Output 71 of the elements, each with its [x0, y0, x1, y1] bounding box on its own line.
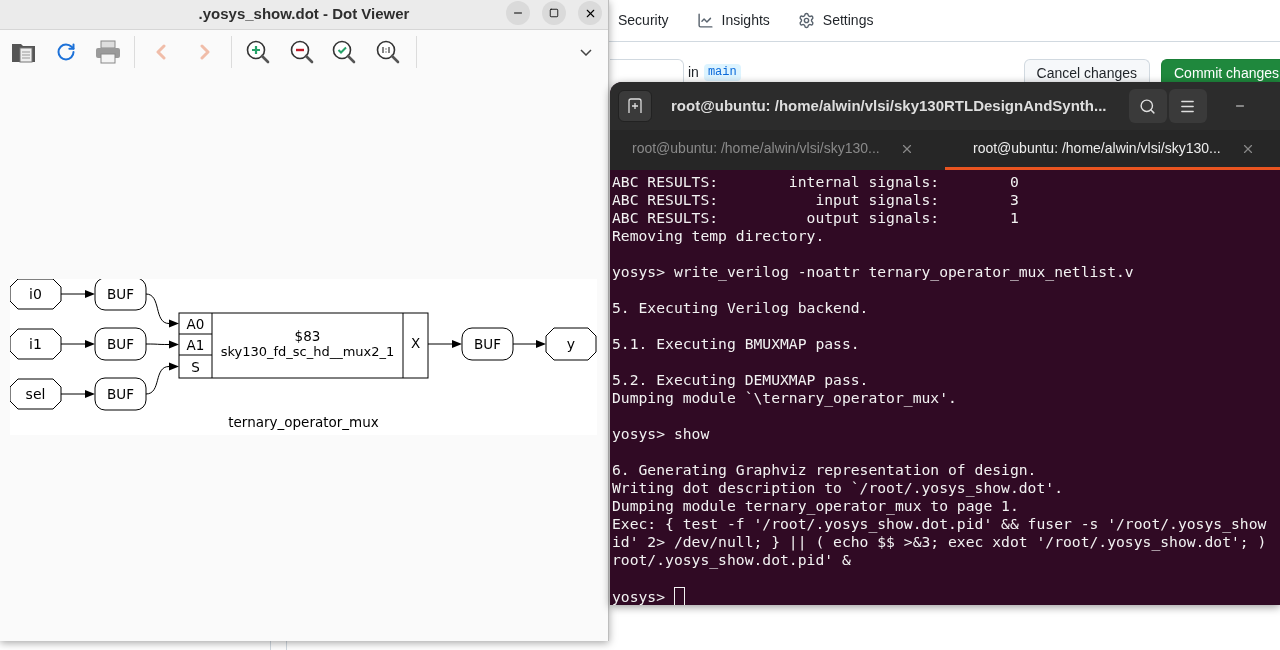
- close-button[interactable]: [578, 1, 602, 25]
- terminal-tab[interactable]: root@ubuntu: /home/alwin/vlsi/sky130...: [610, 130, 945, 170]
- terminal-line: id' 2> /dev/null; } || ( echo $$ >&3; exec xdot '/root/.yosys_show.dot'; ): [612, 533, 1267, 551]
- printer-icon: [95, 40, 121, 64]
- terminal-line: ABC RESULTS: internal signals: 0: [612, 173, 1019, 191]
- edge-arrow: [145, 340, 179, 349]
- edge-arrow: [145, 362, 179, 395]
- graph-caption: ternary_operator_mux: [228, 414, 379, 430]
- edge-arrow: [60, 290, 95, 298]
- commit-button[interactable]: Commit changes: [1161, 59, 1280, 82]
- pin-label: A0: [186, 315, 205, 332]
- pin-label: A1: [186, 336, 205, 353]
- port-label: i1: [29, 336, 42, 352]
- buffer-node: [94, 377, 147, 411]
- cell-type: sky130_fd_sc_hd__mux2_1: [220, 343, 395, 359]
- terminal-line: root/.yosys_show.dot.pid' &: [612, 551, 851, 569]
- settings-icon: [797, 12, 815, 29]
- branch-prefix: in: [688, 64, 699, 80]
- terminal-line: Dumping module `\ternary_operator_mux'.: [612, 389, 957, 407]
- terminal-line: 5.1. Executing BMUXMAP pass.: [612, 335, 860, 353]
- port-label: y: [566, 336, 576, 352]
- menu-button[interactable]: [1168, 89, 1207, 123]
- edge-arrow: [512, 340, 546, 348]
- branch-label: main: [703, 64, 741, 81]
- terminal-title: root@ubuntu: /home/alwin/vlsi/sky130RTLDesignAndSynth...: [671, 95, 1107, 116]
- terminal-line: ABC RESULTS: output signals: 1: [612, 209, 1019, 227]
- pin-label: X: [410, 335, 421, 351]
- cell-name: $83: [294, 328, 321, 344]
- terminal-tab[interactable]: root@ubuntu: /home/alwin/vlsi/sky130...: [945, 130, 1280, 170]
- terminal-line: yosys> write_verilog -noattr ternary_operator_mux_netlist.v: [612, 263, 1134, 281]
- terminal-prompt: yosys>: [612, 587, 666, 605]
- new-tab-button[interactable]: [618, 90, 652, 122]
- terminal-line: Dumping module ternary_operator_mux to page 1.: [612, 497, 1019, 515]
- nav-tab[interactable]: Insights: [696, 10, 770, 31]
- buffer-label: BUF: [107, 386, 134, 402]
- edge-arrow: [145, 293, 179, 328]
- chevron-down-icon: [580, 48, 592, 56]
- cancel-button[interactable]: Cancel changes: [1023, 59, 1150, 82]
- terminal-line: 5.2. Executing DEMUXMAP pass.: [612, 371, 869, 389]
- edge-arrow: [60, 340, 95, 348]
- edge-arrow: [427, 340, 462, 348]
- buffer-label: BUF: [107, 286, 134, 302]
- port-label: sel: [25, 386, 46, 402]
- terminal-line: Writing dot description to `/root/.yosys_show.dot'.: [612, 479, 1063, 497]
- edge-arrow: [60, 390, 95, 398]
- terminal-line: ABC RESULTS: input signals: 3: [612, 191, 1019, 209]
- buffer-label: BUF: [474, 336, 501, 352]
- terminal-line: Exec: { test -f '/root/.yosys_show.dot.pid' && fuser -s '/root/.yosys_show: [612, 515, 1267, 533]
- tab-title: root@ubuntu: /home/alwin/vlsi/sky130...: [973, 139, 1221, 158]
- buffer-node: [461, 327, 514, 361]
- nav-tab[interactable]: Security: [618, 10, 669, 31]
- chart-icon: [696, 12, 714, 29]
- terminal-line: 5. Executing Verilog backend.: [612, 299, 869, 317]
- tab-title: root@ubuntu: /home/alwin/vlsi/sky130...: [632, 139, 880, 158]
- terminal-line: 6. Generating Graphviz representation of design.: [612, 461, 1037, 479]
- search-icon: [1139, 97, 1156, 115]
- search-button[interactable]: [1128, 89, 1167, 123]
- port-label: i0: [29, 286, 42, 302]
- buffer-node: [94, 327, 147, 361]
- terminal-line: Removing temp directory.: [612, 227, 825, 245]
- pin-label: S: [191, 358, 200, 375]
- window-title: .yosys_show.dot - Dot Viewer: [198, 4, 410, 25]
- maximize-icon: [549, 8, 559, 18]
- file-name-field[interactable]: [610, 59, 684, 82]
- nav-tab[interactable]: Settings: [797, 10, 874, 31]
- reload-icon: [56, 42, 76, 62]
- minimize-button[interactable]: [506, 1, 530, 25]
- maximize-button[interactable]: [542, 1, 566, 25]
- terminal-line: yosys> show: [612, 425, 710, 443]
- buffer-label: BUF: [107, 336, 134, 352]
- new-tab-icon: [627, 98, 643, 114]
